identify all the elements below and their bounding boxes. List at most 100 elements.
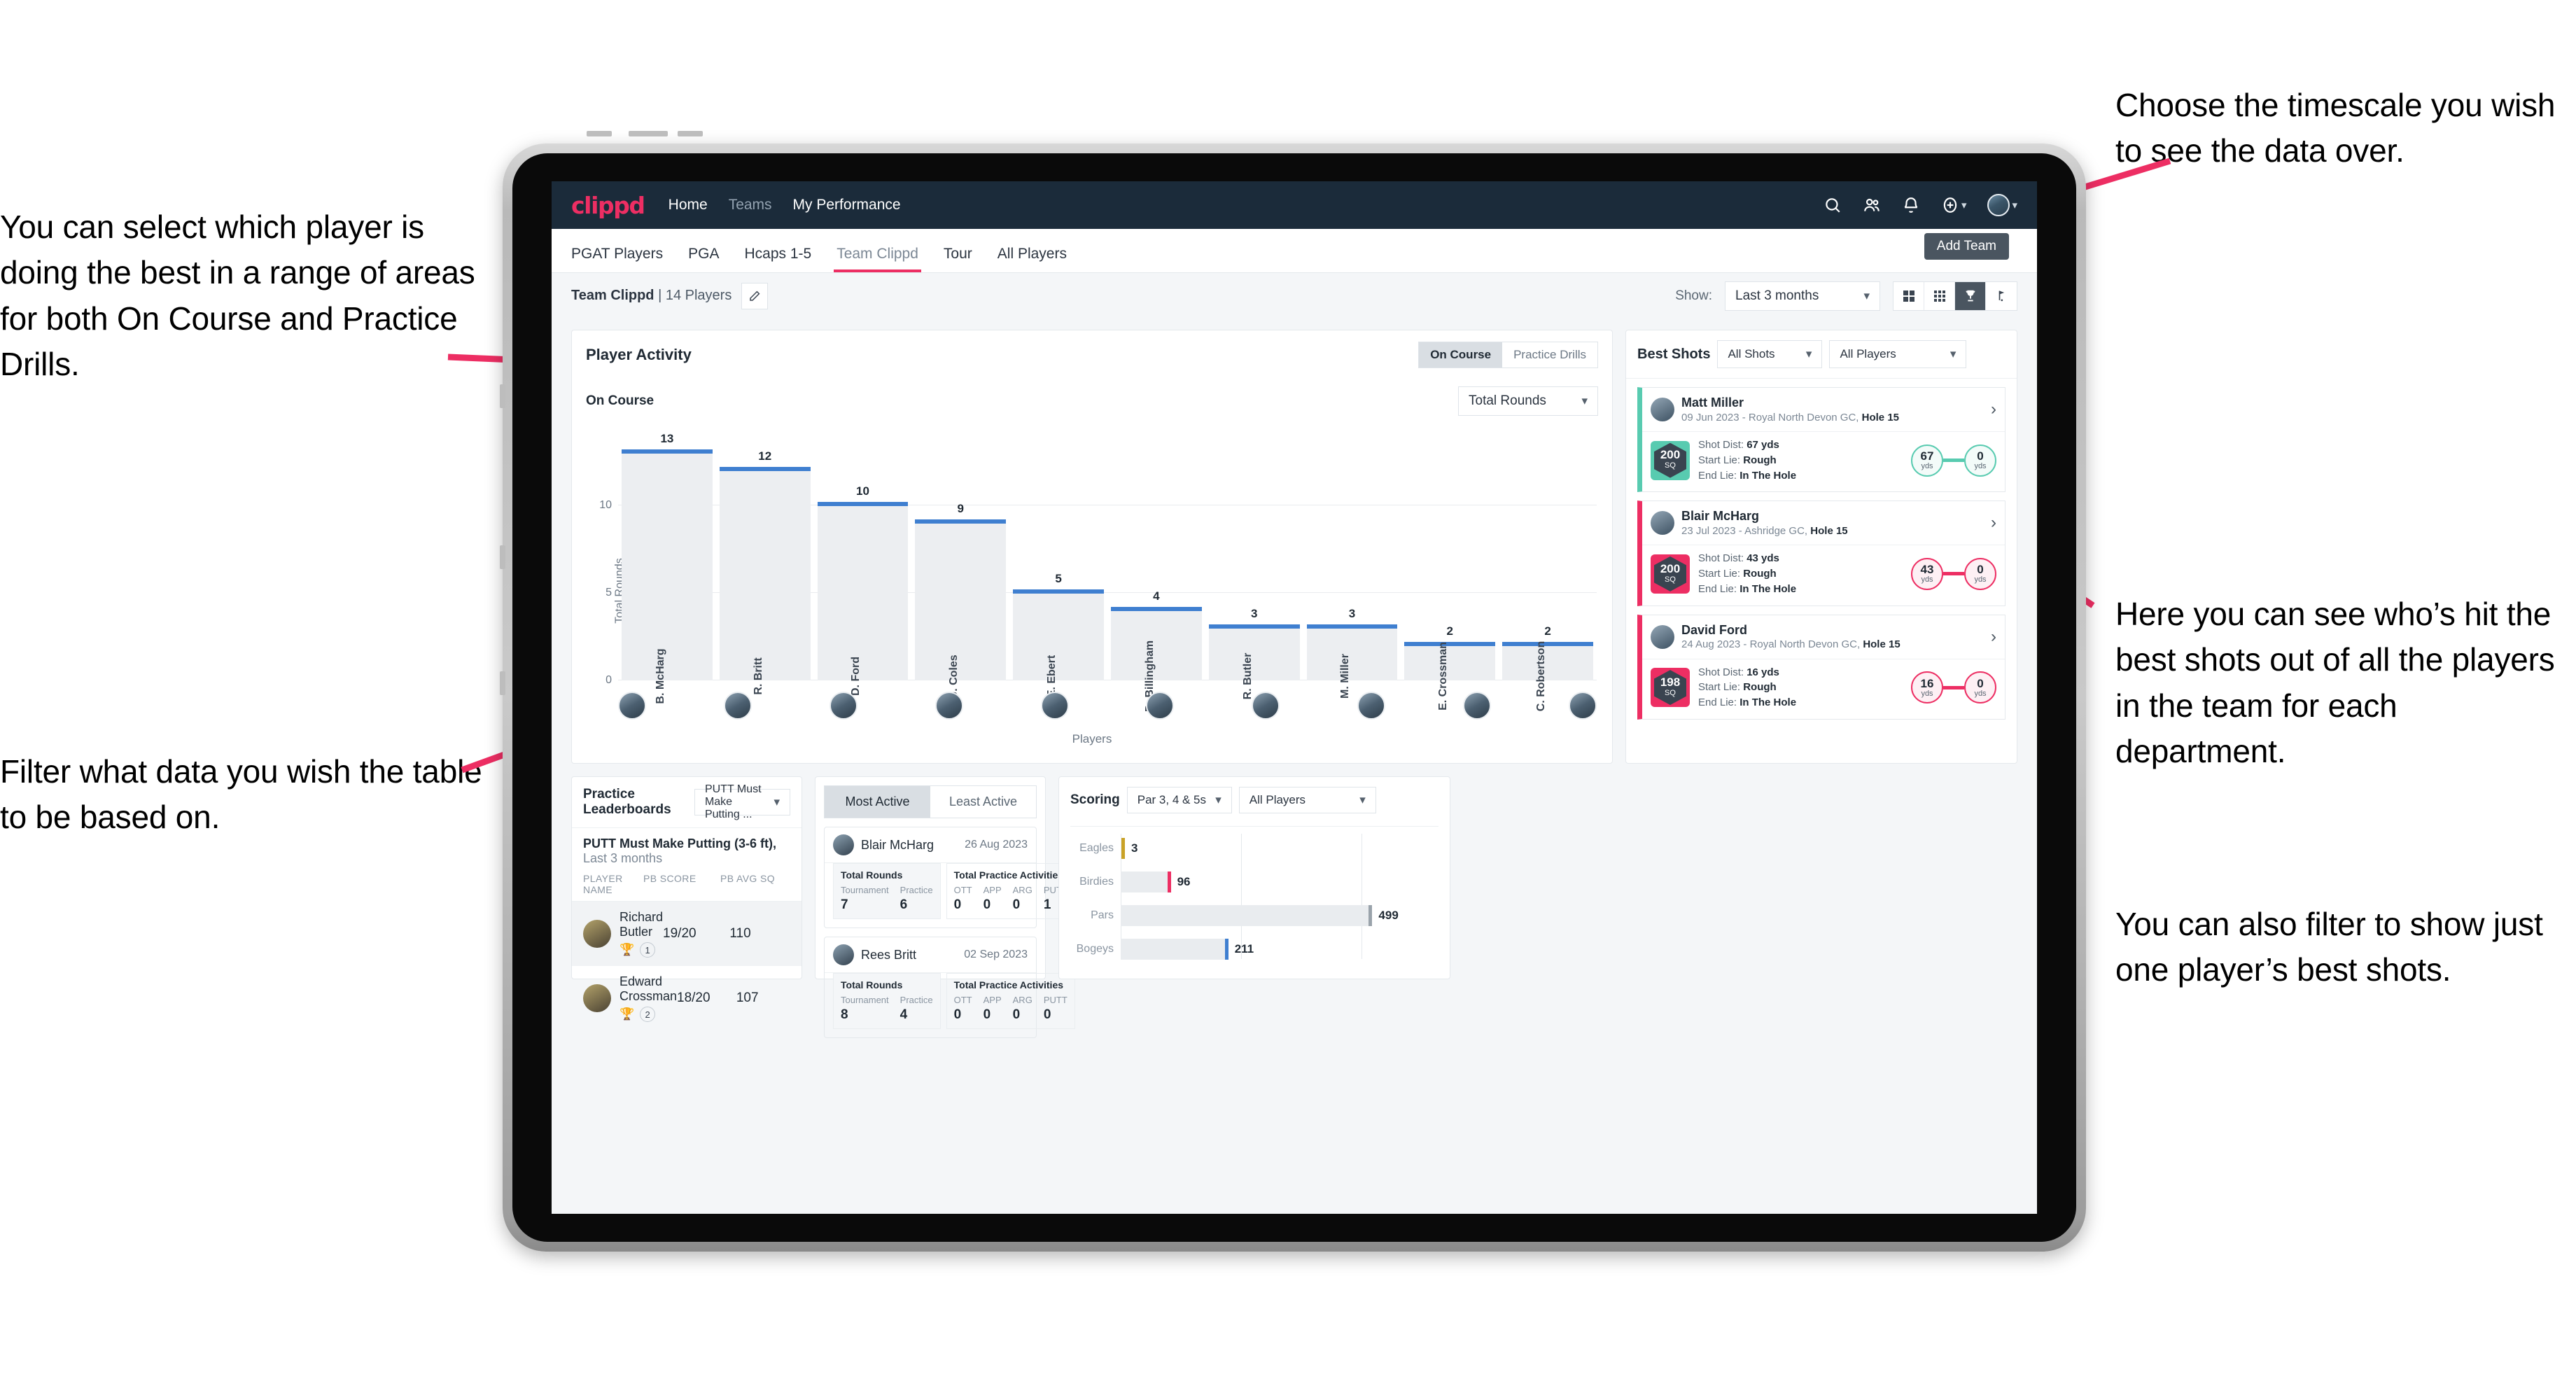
chart-bar-column[interactable]: 12 R. Britt [719,435,811,695]
player-avatar[interactable] [934,692,963,720]
par-filter-select[interactable]: Par 3, 4 & 5s ▾ [1126,787,1232,813]
avatar[interactable] [1987,194,2010,216]
chart-bar[interactable] [1013,589,1104,680]
drill-select[interactable]: PUTT Must Make Putting ... ▾ [694,783,790,820]
profile-menu[interactable]: ▾ [1987,194,2017,216]
chart-bar[interactable] [915,519,1007,680]
segment-practice-drills[interactable]: Practice Drills [1502,342,1597,368]
segment-on-course[interactable]: On Course [1419,342,1503,368]
scoring-bar-row[interactable]: Pars 499 [1070,905,1438,926]
nav-my-performance[interactable]: My Performance [793,197,901,214]
dashboard-row-bottom: Practice Leaderboards PUTT Must Make Put… [571,776,2017,1038]
activity-card[interactable]: Blair McHarg 26 Aug 2023 Total Rounds Tourn… [824,827,1075,928]
player-avatar[interactable] [829,692,858,720]
chart-bar[interactable] [719,467,811,680]
table-row[interactable]: Richard Butler 🏆 1 19/20 110 [572,902,802,966]
on-course-label: On Course [586,393,654,408]
pb-avg-sq-value: 110 [729,926,751,941]
chart-bar-column[interactable]: 3 M. Miller [1306,435,1398,699]
chart-bar-column[interactable]: 3 R. Butler [1208,435,1300,699]
total-rounds-stats: Tournament 7 Practice 6 [841,885,933,913]
chevron-right-icon[interactable]: › [1991,400,1996,419]
tab-most-active[interactable]: Most Active [825,786,930,818]
player-avatar[interactable] [1463,692,1491,720]
chart-bar-column[interactable]: 5 E. Ebert [1013,435,1104,697]
view-grid-2x2-button[interactable] [1893,281,1924,310]
scoring-bar-row[interactable]: Eagles 3 [1070,838,1438,859]
search-icon[interactable] [1823,196,1842,214]
chart-bar[interactable] [817,502,909,680]
total-rounds-stats: Tournament 8 Practice 4 [841,995,933,1023]
chart-bar-column[interactable]: 10 D. Ford [817,435,909,696]
tab-tour[interactable]: Tour [944,246,972,272]
best-shot-card[interactable]: Matt Miller 09 Jun 2023 - Royal North Dev… [1637,387,2005,493]
chart-player-avatars [618,692,1597,720]
player-avatar[interactable] [1040,692,1069,720]
people-icon[interactable] [1863,196,1881,214]
chart-bar-column[interactable]: 9 J. Coles [915,435,1007,698]
scoring-bar [1121,838,1125,859]
chevron-right-icon[interactable]: › [1991,627,1996,647]
hexagon-icon: 200 SQ [1654,442,1686,478]
player-avatar[interactable] [723,692,752,720]
scoring-chart: Eagles 3 Birdies 96 Pars 499 Bogeys 211 [1070,826,1438,960]
shot-start-unit: yds [1921,575,1933,584]
nav-teams[interactable]: Teams [729,197,772,214]
view-golf-flag-button[interactable] [1986,282,2017,310]
scoring-bar-row[interactable]: Birdies 96 [1070,872,1438,892]
chart-bar[interactable] [1502,642,1593,680]
view-trophy-button[interactable] [1955,281,1986,310]
edit-team-button[interactable] [741,282,769,309]
stat-value: 0 [983,1007,991,1022]
activity-card[interactable]: Rees Britt 02 Sep 2023 Total Rounds Tournam… [824,937,1075,1038]
rank-badge: 2 [640,1007,656,1022]
rounds-metric-select[interactable]: Total Rounds ▾ [1458,386,1598,416]
chart-bar[interactable] [622,449,713,680]
chart-bar-value: 2 [1544,624,1551,638]
scoring-category-label: Birdies [1079,876,1114,888]
tab-least-active[interactable]: Least Active [930,786,1036,818]
player-avatar[interactable] [1252,692,1280,720]
chart-bar-column[interactable]: 4 D. Billingham [1110,435,1202,712]
stat-label: Tournament [841,995,889,1005]
stat-label: APP [983,995,1002,1005]
chart-bar[interactable] [1404,642,1496,680]
chart-bar-value: 9 [957,502,965,515]
clippd-logo[interactable]: clippd [571,192,645,219]
player-avatar[interactable] [1146,692,1175,720]
tab-pga[interactable]: PGA [688,246,719,272]
scoring-player-select[interactable]: All Players ▾ [1238,787,1376,813]
chart-bar[interactable] [1306,624,1398,680]
table-row[interactable]: Edward Crossman 🏆 2 18/20 107 [572,966,802,1030]
tab-pgat-players[interactable]: PGAT Players [571,246,663,272]
tablet-button-side-1 [500,384,505,408]
shot-quality-tile: 200 SQ [1651,440,1690,480]
scoring-bar [1121,905,1373,926]
best-shot-card[interactable]: Blair McHarg 23 Jul 2023 - Ashridge GC, H… [1637,500,2005,606]
chart-bar-column[interactable]: 13 B. McHarg [622,432,713,704]
bell-icon[interactable] [1902,196,1920,214]
add-menu[interactable]: ▾ [1941,196,1966,214]
scoring-category-label: Pars [1091,909,1114,921]
player-avatar[interactable] [618,692,646,720]
best-shots-player-select[interactable]: All Players ▾ [1829,340,1967,368]
view-grid-3x3-button[interactable] [1924,281,1955,310]
best-shots-title: Best Shots [1637,346,1711,362]
tab-team-clippd[interactable]: Team Clippd [834,246,921,272]
best-shots-type-select[interactable]: All Shots ▾ [1717,340,1823,368]
player-avatar[interactable] [1568,692,1597,720]
timescale-select[interactable]: Last 3 months ▾ [1725,281,1880,311]
player-avatar[interactable] [1357,692,1386,720]
plus-circle-icon[interactable] [1941,196,1959,214]
tab-hcaps-1-5[interactable]: Hcaps 1-5 [744,246,811,272]
hexagon-icon: 198 SQ [1654,670,1686,706]
tab-all-players[interactable]: All Players [997,246,1067,272]
chart-bar-column[interactable]: 2 C. Robertson [1502,435,1593,711]
scoring-bar-row[interactable]: Bogeys 211 [1070,939,1438,960]
chart-bar-column[interactable]: 2 E. Crossman [1404,435,1496,710]
nav-home[interactable]: Home [668,197,708,214]
chevron-right-icon[interactable]: › [1991,513,1996,533]
activity-panel-card: Most Active Least Active Blair McHarg 26 … [815,776,1075,1038]
tablet-bezel: clippd Home Teams My Performance ▾ ▾ PGA… [500,153,2076,1242]
best-shot-card[interactable]: David Ford 24 Aug 2023 - Royal North Devo… [1637,614,2005,720]
